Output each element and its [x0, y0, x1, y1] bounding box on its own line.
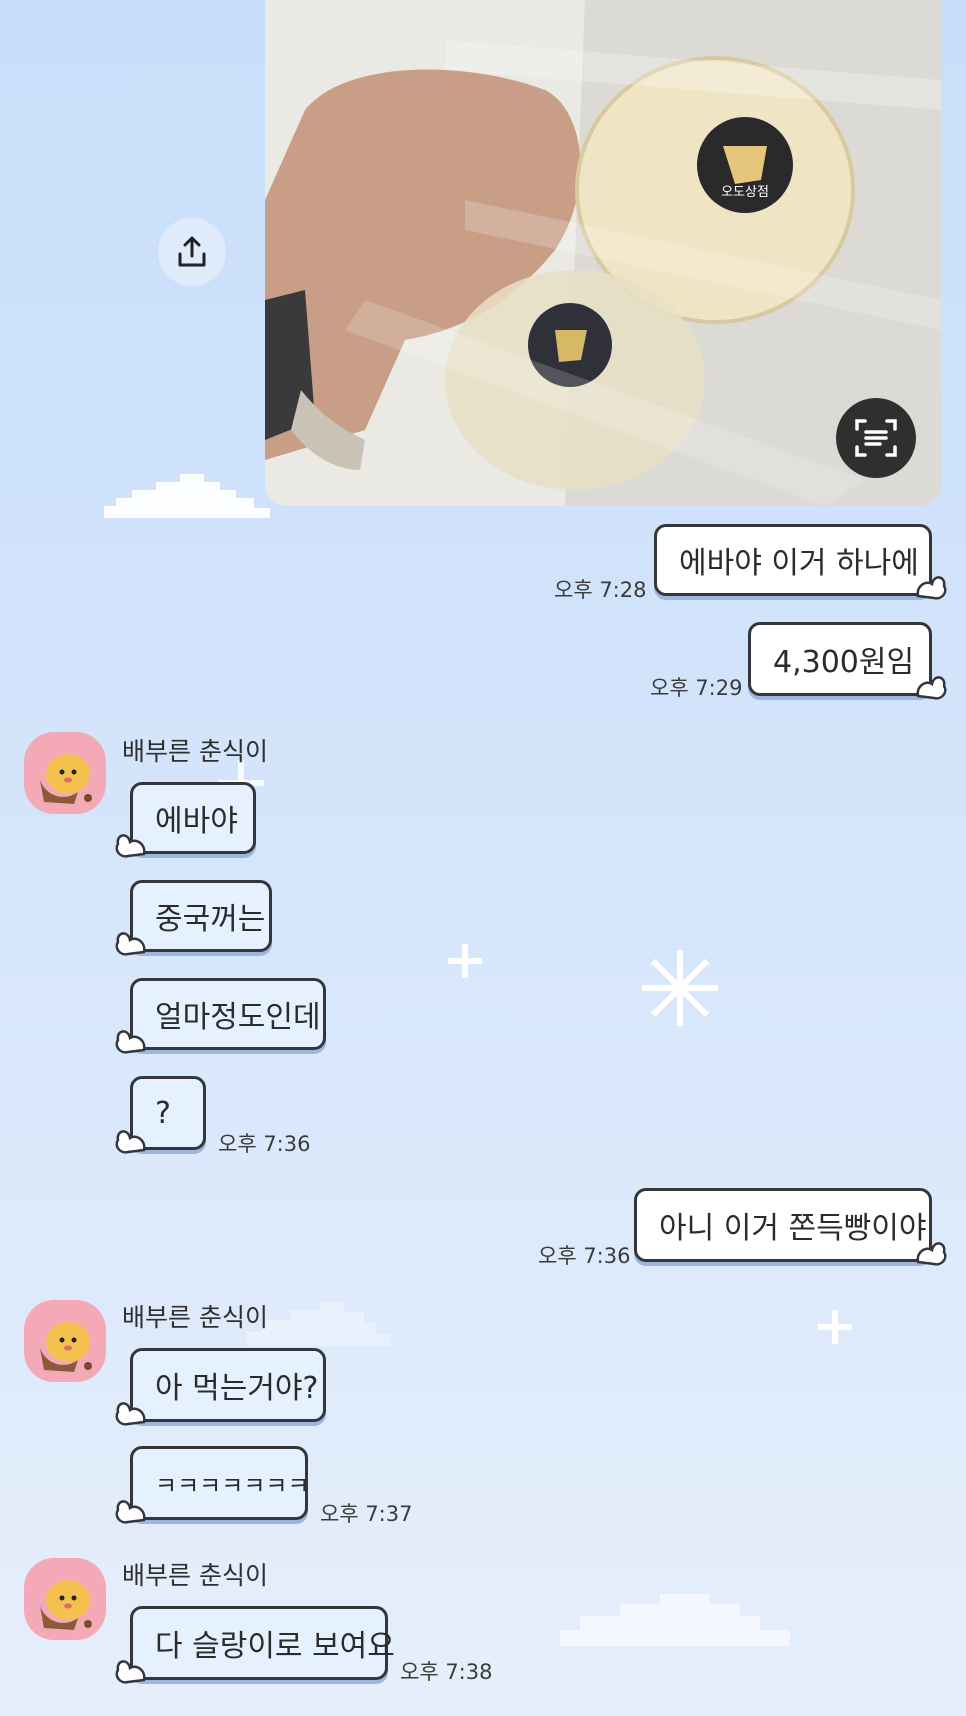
- pixel-cloud-decoration: [560, 1594, 790, 1646]
- bubble-wing-icon: [115, 1500, 146, 1524]
- bubble-wing-icon: [115, 1130, 146, 1154]
- message-time: 오후 7:37: [320, 1502, 413, 1526]
- avatar-image: [40, 1580, 92, 1630]
- message-text: 중국꺼는: [155, 902, 266, 937]
- bubble-wing-icon: [916, 576, 947, 600]
- text-scan-button[interactable]: [836, 398, 916, 478]
- sender-name: 배부른 춘식이: [122, 1303, 268, 1332]
- incoming-message-bubble[interactable]: ㅋㅋㅋㅋㅋㅋㅋ: [130, 1446, 310, 1520]
- pixel-cloud-decoration: [246, 1302, 390, 1346]
- message-time: 오후 7:29: [650, 676, 743, 700]
- snowflake-decoration: [642, 950, 718, 1026]
- bubble-wing-icon: [115, 932, 146, 956]
- sparkle-decoration: [448, 944, 482, 978]
- avatar-image: [40, 1322, 92, 1372]
- message-text: 에바야 이거 하나에: [679, 546, 919, 581]
- incoming-message-bubble[interactable]: 에바야: [130, 782, 256, 854]
- message-time: 오후 7:38: [400, 1660, 493, 1684]
- outgoing-message-bubble[interactable]: 에바야 이거 하나에: [654, 524, 932, 596]
- sparkle-decoration: [818, 1310, 852, 1344]
- incoming-message-bubble[interactable]: 아 먹는거야?: [130, 1348, 326, 1422]
- sticker-text: 오도상점: [721, 185, 769, 200]
- sender-name: 배부른 춘식이: [122, 1561, 268, 1590]
- message-text: 아니 이거 쫀득빵이야: [659, 1211, 927, 1246]
- bubble-wing-icon: [115, 1030, 146, 1054]
- outgoing-message-bubble[interactable]: 4,300원임: [748, 622, 932, 696]
- pixel-cloud-decoration: [104, 474, 270, 518]
- bubble-wing-icon: [115, 1402, 146, 1426]
- message-text: 에바야: [155, 804, 238, 839]
- message-text: 얼마정도인데: [155, 1000, 321, 1035]
- incoming-message-bubble[interactable]: 다 슬랑이로 보여요: [130, 1606, 395, 1680]
- bubble-wing-icon: [115, 1660, 146, 1684]
- incoming-message-bubble[interactable]: 중국꺼는: [130, 880, 272, 952]
- avatar-image: [40, 754, 92, 804]
- message-text: 아 먹는거야?: [155, 1371, 319, 1406]
- bubble-wing-icon: [916, 1242, 947, 1266]
- text-scan-icon: [855, 419, 897, 457]
- message-time: 오후 7:36: [218, 1132, 311, 1156]
- share-button[interactable]: [158, 218, 226, 286]
- message-text: ㅋㅋㅋㅋㅋㅋㅋ: [155, 1471, 310, 1500]
- upload-share-icon: [178, 236, 206, 267]
- incoming-message-bubble[interactable]: 얼마정도인데: [130, 978, 326, 1050]
- message-text: ?: [155, 1095, 171, 1131]
- bubble-wing-icon: [115, 834, 146, 858]
- message-text: 4,300원임: [773, 645, 915, 680]
- message-text: 다 슬랑이로 보여요: [155, 1629, 395, 1664]
- sender-name: 배부른 춘식이: [122, 737, 268, 766]
- chunsik-avatar[interactable]: [24, 1558, 106, 1640]
- outgoing-message-bubble[interactable]: 아니 이거 쫀득빵이야: [634, 1188, 932, 1262]
- message-time: 오후 7:28: [554, 578, 647, 602]
- chunsik-avatar[interactable]: [24, 732, 106, 814]
- message-time: 오후 7:36: [538, 1244, 631, 1268]
- bubble-wing-icon: [916, 676, 947, 700]
- chunsik-avatar[interactable]: [24, 1300, 106, 1382]
